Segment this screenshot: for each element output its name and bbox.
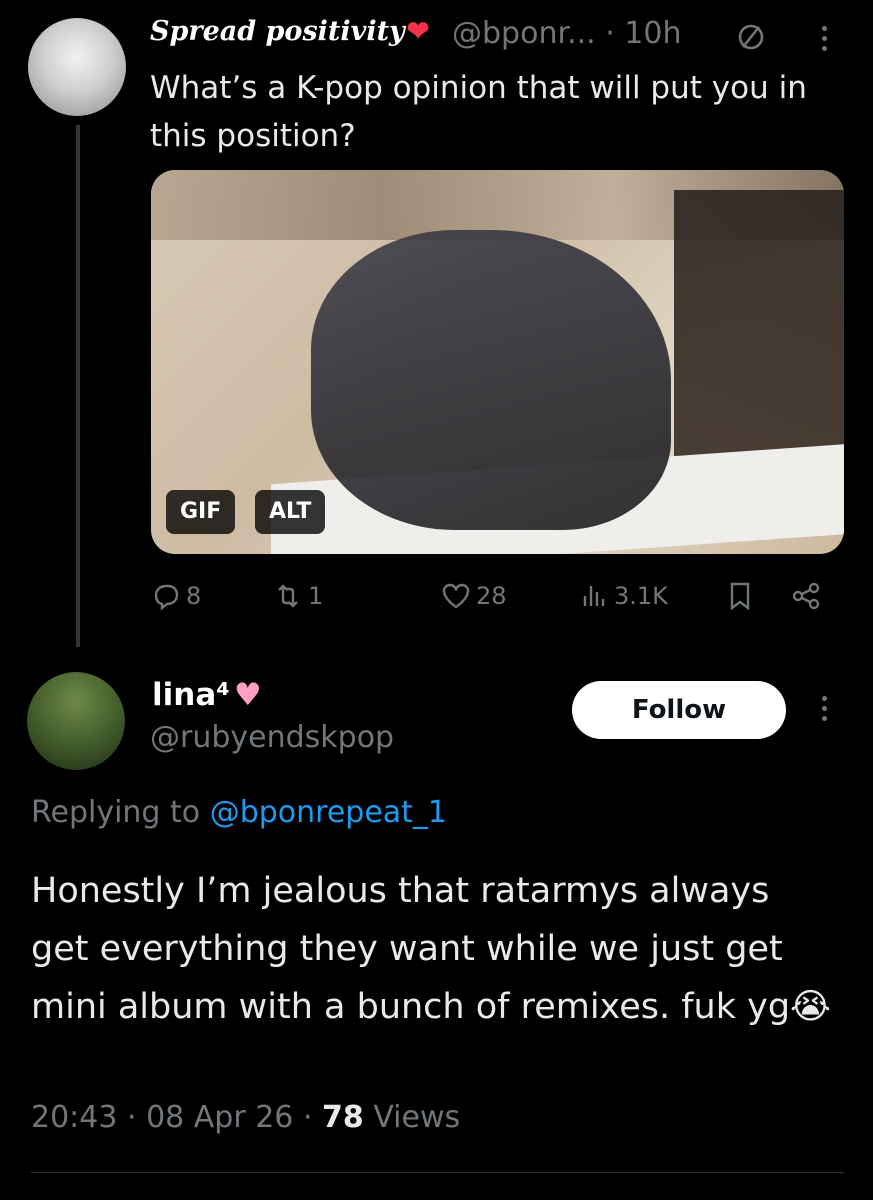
replying-to: Replying to @bponrepeat_1 [31, 795, 448, 830]
pink-heart-emoji-icon: ♥ [233, 677, 262, 713]
heart-icon [442, 583, 470, 609]
handle-time: @bponr... · 10h [452, 16, 682, 51]
avatar[interactable] [28, 18, 126, 116]
analytics-icon [583, 586, 605, 606]
timestamp: 20:43 · 08 Apr 26 · 78 Views [31, 1100, 461, 1135]
views-button[interactable]: 3.1K [578, 580, 668, 612]
reply-icon [154, 584, 179, 611]
divider [31, 1172, 844, 1173]
more-options-icon[interactable] [822, 26, 828, 56]
thread-line [76, 125, 80, 647]
follow-button[interactable]: Follow [572, 681, 786, 739]
avatar[interactable] [27, 672, 125, 770]
alt-badge[interactable]: ALT [255, 490, 326, 534]
bookmark-icon [730, 582, 750, 611]
heart-emoji-icon: ❤ [406, 16, 430, 47]
gif-badge: GIF [166, 490, 236, 534]
mention-link[interactable]: @bponrepeat_1 [210, 795, 447, 830]
share-button[interactable] [790, 580, 826, 612]
display-name[interactable]: Spread positivity❤ [150, 16, 429, 47]
repost-button[interactable]: 1 [272, 580, 323, 612]
grok-icon[interactable] [736, 22, 766, 52]
reply-button[interactable]: 8 [150, 580, 201, 612]
bookmark-button[interactable] [724, 580, 760, 612]
tweet-text: What’s a K-pop opinion that will put you… [150, 70, 807, 154]
display-name[interactable]: lina⁴ ♥ [152, 677, 262, 713]
more-options-icon[interactable] [822, 696, 828, 726]
handle[interactable]: @rubyendskpop [150, 720, 394, 755]
share-icon [792, 582, 820, 610]
tweet-text: Honestly I’m jealous that ratarmys alway… [31, 871, 831, 1027]
action-bar: 8 1 28 3.1K [150, 580, 830, 620]
like-button[interactable]: 28 [440, 580, 507, 612]
repost-icon [278, 584, 298, 608]
